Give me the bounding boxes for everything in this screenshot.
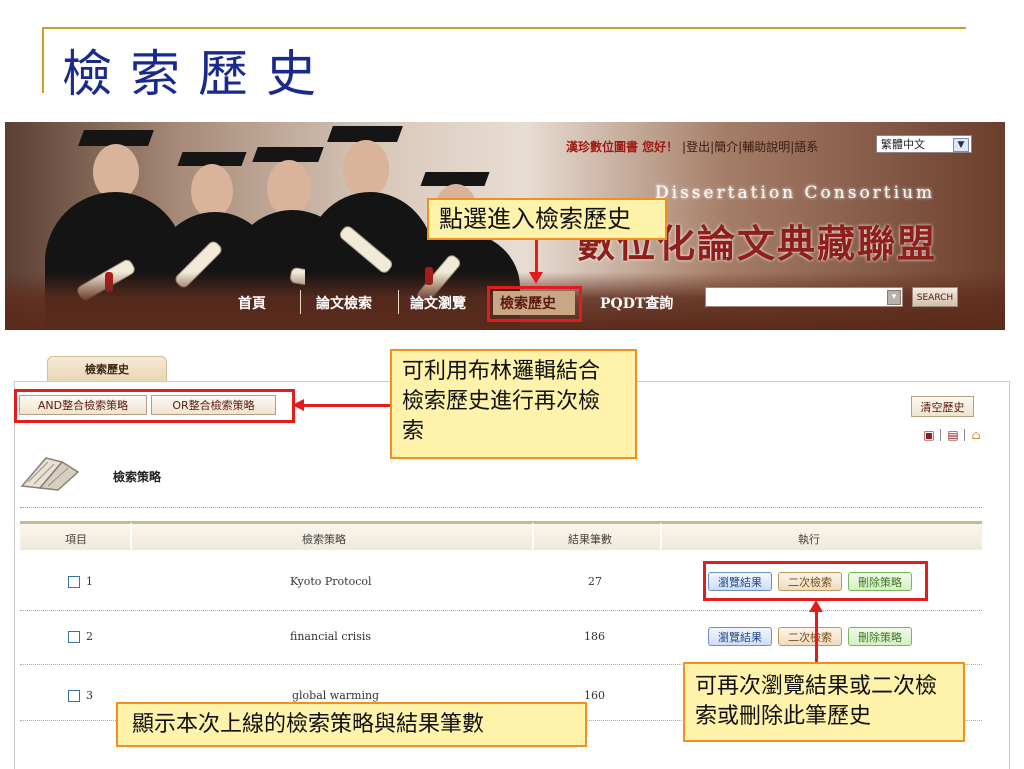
col-count: 結果筆數 [568, 533, 612, 546]
language-select[interactable]: 繁體中文 ▼ [876, 135, 972, 153]
nav-highlight-box [487, 286, 582, 322]
row-strategy: Kyoto Protocol [290, 575, 372, 588]
table-header [20, 521, 982, 550]
slide-left-rule [42, 27, 44, 93]
delete-strategy-button[interactable]: 刪除策略 [848, 627, 912, 646]
row-checkbox[interactable] [68, 576, 80, 588]
col-item: 項目 [65, 533, 87, 546]
print-icon[interactable]: ▤ [946, 428, 960, 442]
strategy-illustration-icon [20, 457, 80, 491]
row-checkbox[interactable] [68, 631, 80, 643]
slide-title: 檢索歷史 [62, 45, 334, 103]
clear-history-button[interactable]: 清空歷史 [911, 396, 974, 417]
search-input[interactable] [705, 287, 903, 307]
search-dropdown-icon[interactable]: ▾ [887, 290, 901, 305]
row-checkbox[interactable] [68, 690, 80, 702]
row-number: 3 [86, 689, 93, 702]
tab-search-history[interactable]: 檢索歷史 [47, 356, 167, 382]
row-count: 27 [588, 575, 602, 588]
chevron-down-icon: ▼ [953, 138, 969, 152]
email-icon[interactable]: ⌂ [969, 428, 983, 442]
col-strategy: 檢索策略 [302, 533, 346, 546]
row-count: 160 [584, 689, 605, 702]
arrow-head [292, 399, 304, 411]
combine-highlight-box [14, 389, 295, 423]
user-greeting: 漢珍數位圖書 您好！ [566, 140, 679, 154]
callout-boolean: 可利用布林邏輯結合檢索歷史進行再次檢索 [390, 349, 637, 459]
logout-link[interactable]: 登出 [686, 140, 710, 154]
nav-thesis-search[interactable]: 論文檢索 [316, 293, 372, 313]
language-selected-value: 繁體中文 [881, 138, 925, 151]
view-results-button[interactable]: 瀏覽結果 [708, 627, 772, 646]
row-number: 2 [86, 630, 93, 643]
callout-actions: 可再次瀏覽結果或二次檢索或刪除此筆歷史 [683, 662, 965, 742]
search-button[interactable]: SEARCH [912, 287, 958, 307]
nav-divider [398, 290, 399, 314]
slide-top-rule [42, 27, 966, 29]
section-label: 檢索策略 [113, 470, 162, 484]
actions-highlight-box [703, 561, 928, 601]
arrow-nav [535, 240, 538, 274]
intro-link[interactable]: 簡介 [714, 140, 738, 154]
section-divider [20, 507, 982, 508]
row-number: 1 [86, 575, 93, 588]
nav-home[interactable]: 首頁 [238, 293, 266, 313]
arrow-boolean [300, 404, 390, 407]
arrow-head [809, 600, 823, 612]
user-bar: 漢珍數位圖書 您好！ |登出|簡介|輔助說明|語系 [566, 140, 819, 154]
help-link[interactable]: 輔助說明 [742, 140, 790, 154]
callout-summary: 顯示本次上線的檢索策略與結果筆數 [116, 702, 587, 747]
col-action: 執行 [798, 533, 820, 546]
refine-search-button[interactable]: 二次檢索 [778, 627, 842, 646]
arrow-actions [815, 612, 818, 664]
nav-divider [300, 290, 301, 314]
language-label: 語系 [794, 140, 819, 154]
nav-thesis-browse[interactable]: 論文瀏覽 [410, 293, 466, 313]
nav-pqdt[interactable]: PQDT查詢 [600, 293, 673, 313]
callout-nav: 點選進入檢索歷史 [427, 198, 667, 240]
save-icon[interactable]: ▣ [922, 428, 936, 442]
arrow-head [529, 272, 543, 284]
row-strategy: financial crisis [290, 630, 372, 643]
row-strategy: global warming [292, 689, 380, 702]
site-title-en: Dissertation Consortium [655, 183, 936, 203]
row-count: 186 [584, 630, 605, 643]
